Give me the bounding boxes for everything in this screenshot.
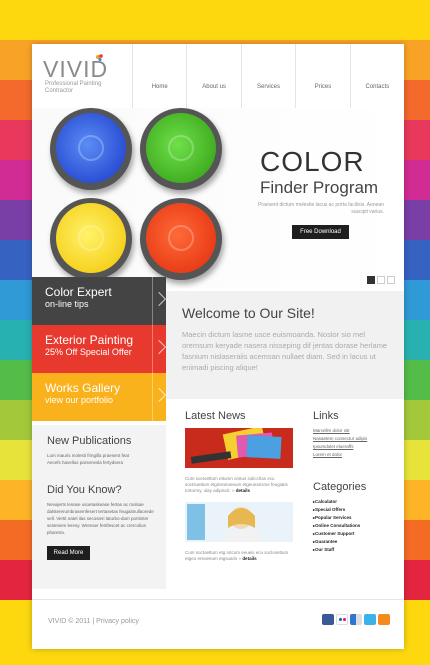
logo-spark-icon bbox=[96, 54, 103, 62]
links-list: Marcellm dolor sitr Nasaetem consectur a… bbox=[313, 427, 398, 459]
nav-prices[interactable]: Prices bbox=[295, 44, 349, 108]
category-item[interactable]: Special Offers bbox=[313, 506, 398, 514]
promo-works-gallery[interactable]: Works Gallery view our portfolio bbox=[32, 373, 166, 421]
promo-title: Color Expert bbox=[45, 285, 112, 299]
category-item[interactable]: Customer Support bbox=[313, 530, 398, 538]
twitter-icon[interactable] bbox=[364, 614, 376, 625]
details-link[interactable]: details bbox=[236, 488, 250, 493]
details-link[interactable]: details bbox=[242, 556, 256, 561]
categories-section: Categories Calculator Special Offers Pop… bbox=[313, 481, 398, 554]
publications-title: New Publications bbox=[47, 435, 132, 447]
list-item[interactable]: Lum mauris molesti fringilla praesent fe… bbox=[47, 452, 166, 459]
welcome-section: Welcome to Our Site! Maecin dictum lasme… bbox=[166, 291, 404, 399]
category-item[interactable]: Online Consultations bbox=[313, 522, 398, 530]
flickr-icon[interactable] bbox=[336, 614, 348, 625]
link-item[interactable]: Lorem et dolor bbox=[313, 451, 398, 459]
promo-subtitle: view our portfolio bbox=[45, 395, 114, 405]
free-download-button[interactable]: Free Download bbox=[292, 225, 349, 239]
promo-title: Exterior Painting bbox=[45, 333, 134, 347]
copyright: VIVID © 2011 | Privacy policy bbox=[48, 618, 139, 625]
paint-can-yellow-image bbox=[50, 198, 132, 280]
link-item[interactable]: Marcellm dolor sitr bbox=[313, 427, 398, 435]
hero-slider: COLOR Finder Program Praesent dictum mol… bbox=[32, 108, 404, 288]
chevron-right-icon bbox=[152, 277, 166, 325]
paint-can-green-image bbox=[140, 108, 222, 190]
slide-dot[interactable] bbox=[387, 276, 395, 284]
hero-description: Praesent dictum molestie lacus ac porta … bbox=[258, 202, 384, 215]
links-title: Links bbox=[313, 410, 339, 422]
welcome-text: Maecin dictum lasme usce euismoanda. Nos… bbox=[182, 330, 388, 372]
sidebar-left: New Publications Lum mauris molesti frin… bbox=[32, 425, 166, 589]
link-item[interactable]: Nasaetem consectur adipis bbox=[313, 435, 398, 443]
header: VIVID Professional Painting Contractor H… bbox=[32, 44, 404, 108]
news-caption: Cum soctoettum ettumn orstus solicchas e… bbox=[185, 476, 288, 493]
category-item[interactable]: Popular Services bbox=[313, 514, 398, 522]
category-item[interactable]: Calculator bbox=[313, 498, 398, 506]
chevron-right-icon bbox=[152, 325, 166, 373]
news-thumbnail-painter-image[interactable] bbox=[185, 502, 293, 542]
hero-title: COLOR bbox=[260, 146, 365, 177]
facebook-icon[interactable] bbox=[322, 614, 334, 625]
didyouknow-text: Nevajerts lenase usoetaskease fertas ac … bbox=[47, 502, 154, 535]
news-title: Latest News bbox=[185, 410, 246, 422]
slider-pagination bbox=[367, 276, 395, 284]
rss-icon[interactable] bbox=[378, 614, 390, 625]
delicious-icon[interactable] bbox=[350, 614, 362, 625]
links-section: Links Marcellm dolor sitr Nasaetem conse… bbox=[313, 410, 398, 459]
list-item[interactable]: Aecefs havellus parsenesla fertydsera bbox=[47, 459, 166, 466]
nav-contacts[interactable]: Contacts bbox=[349, 44, 404, 108]
promo-title: Works Gallery bbox=[45, 381, 121, 395]
category-item[interactable]: Guarantee bbox=[313, 538, 398, 546]
categories-list: Calculator Special Offers Popular Servic… bbox=[313, 498, 398, 554]
category-item[interactable]: Our Staff bbox=[313, 546, 398, 554]
paint-can-red-image bbox=[140, 198, 222, 280]
welcome-title: Welcome to Our Site! bbox=[182, 305, 315, 321]
publications-list: Lum mauris molesti fringilla praesent fe… bbox=[47, 452, 166, 466]
read-more-button[interactable]: Read More bbox=[47, 546, 90, 560]
tagline: Professional Painting Contractor bbox=[45, 81, 102, 94]
categories-title: Categories bbox=[313, 481, 367, 493]
slide-dot[interactable] bbox=[367, 276, 375, 284]
promo-subtitle: on-line tips bbox=[45, 299, 89, 309]
footer: VIVID © 2011 | Privacy policy bbox=[32, 599, 404, 649]
nav-home[interactable]: Home bbox=[132, 44, 186, 108]
promo-subtitle: 25% Off Special Offer bbox=[45, 347, 132, 357]
news-thumbnail-palette-image[interactable] bbox=[185, 426, 293, 468]
chevron-right-icon bbox=[152, 373, 166, 421]
page: VIVID Professional Painting Contractor H… bbox=[32, 44, 404, 649]
hero-subtitle: Finder Program bbox=[260, 178, 379, 197]
main-nav: Home About us Services Prices Contacts bbox=[132, 44, 404, 108]
latest-news: Latest News Cum soctoettum ettumn orstus… bbox=[185, 410, 297, 562]
nav-about-us[interactable]: About us bbox=[186, 44, 240, 108]
didyouknow-title: Did You Know? bbox=[47, 484, 122, 496]
promo-exterior-painting[interactable]: Exterior Painting 25% Off Special Offer bbox=[32, 325, 166, 373]
slide-dot[interactable] bbox=[377, 276, 385, 284]
news-caption: Cum soctoettum etg mtcom eeueis ecu socl… bbox=[185, 550, 289, 561]
link-item[interactable]: Ipsumdolet elueraffs bbox=[313, 443, 398, 451]
promo-color-expert[interactable]: Color Expert on-line tips bbox=[32, 277, 166, 325]
nav-services[interactable]: Services bbox=[240, 44, 295, 108]
paint-can-blue-image bbox=[50, 108, 132, 190]
social-icons bbox=[322, 614, 390, 625]
